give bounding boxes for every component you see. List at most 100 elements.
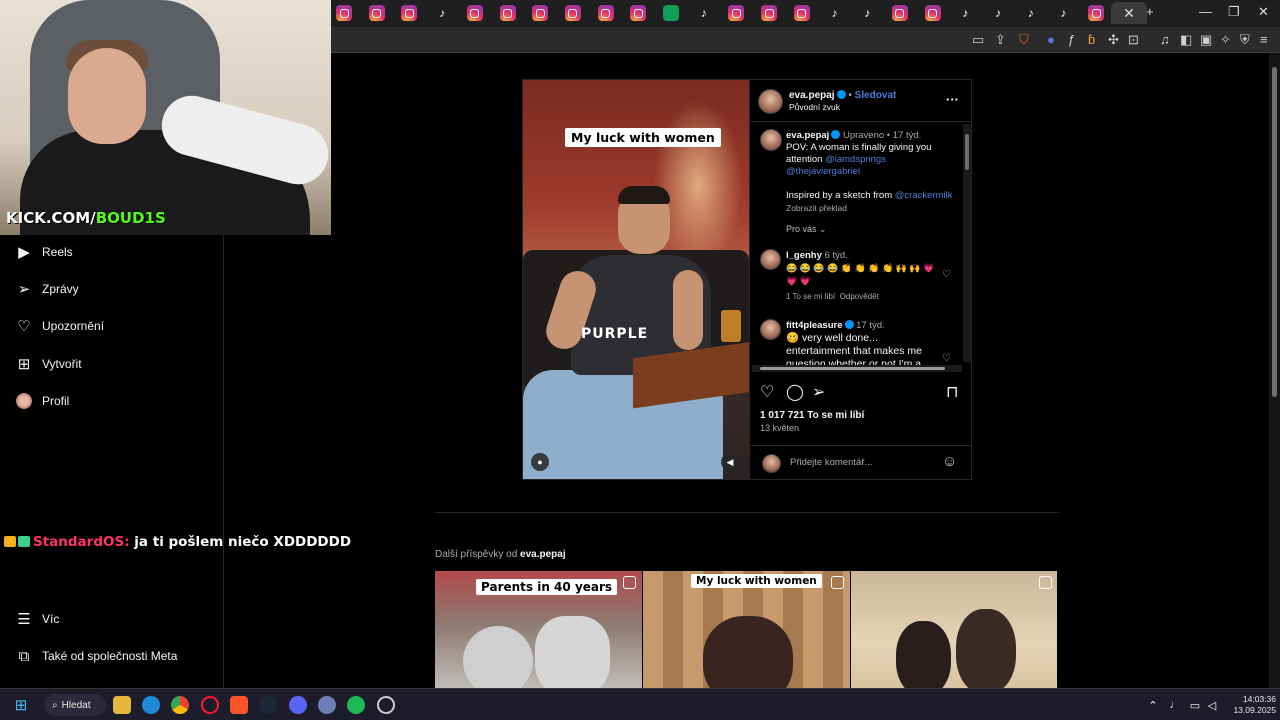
instagram-tab-icon[interactable] <box>924 5 941 21</box>
tiktok-tab-icon[interactable]: ♪ <box>434 5 450 21</box>
active-tab-close-button[interactable]: ✕ <box>1111 2 1147 24</box>
instagram-tab-icon[interactable] <box>630 5 647 21</box>
instagram-tab-icon[interactable] <box>891 5 908 21</box>
tiktok-tab-icon[interactable]: ♪ <box>957 5 973 21</box>
instagram-tab-icon[interactable] <box>761 5 778 21</box>
nav-item-more[interactable]: ☰ Víc <box>15 607 59 631</box>
screenshot-icon[interactable]: ⊡ <box>1128 32 1139 48</box>
instagram-tab-icon[interactable] <box>1088 5 1105 21</box>
extensions-puzzle-icon[interactable]: ✣ <box>1108 32 1119 48</box>
extension-f-icon[interactable]: ƒ <box>1068 32 1075 47</box>
comment-username[interactable]: l_genhy <box>786 250 822 261</box>
discord-icon[interactable] <box>289 696 307 714</box>
volume-icon[interactable]: ◀ <box>721 453 739 471</box>
spotify-icon[interactable] <box>347 696 365 714</box>
chrome-icon[interactable] <box>171 696 189 714</box>
instagram-tab-icon[interactable] <box>793 5 810 21</box>
network-icon[interactable]: ▭ <box>1188 696 1202 714</box>
nav-item-reels[interactable]: ▶ Reels <box>15 240 72 264</box>
comment-username[interactable]: fitt4pleasure <box>786 320 843 331</box>
brave-shield-icon[interactable]: ⛉ <box>1019 32 1029 48</box>
for-you-filter[interactable]: Pro vás ⌄ <box>786 224 827 235</box>
comment-like-heart-icon[interactable]: ♡ <box>942 269 951 280</box>
instagram-tab-icon[interactable] <box>401 5 418 21</box>
like-heart-icon[interactable]: ♡ <box>760 382 774 402</box>
more-post-thumbnail[interactable] <box>851 571 1057 688</box>
mention-link[interactable]: @thejaviergabriel <box>786 166 860 177</box>
app-icon[interactable] <box>318 696 336 714</box>
green-app-tab-icon[interactable] <box>663 5 679 21</box>
commenter-avatar[interactable] <box>760 249 781 270</box>
tiktok-tab-icon[interactable]: ♪ <box>696 5 712 21</box>
brave-icon[interactable] <box>230 696 248 714</box>
bookmark-icon[interactable]: ⊓ <box>946 382 958 402</box>
instagram-tab-icon[interactable] <box>728 5 745 21</box>
share-send-icon[interactable]: ➢ <box>812 382 825 402</box>
tiktok-tab-icon[interactable]: ♪ <box>1023 5 1039 21</box>
close-window-button[interactable]: ✕ <box>1258 4 1269 20</box>
scrollbar-thumb[interactable] <box>760 367 945 370</box>
mention-link[interactable]: @iamdsprings <box>825 154 886 165</box>
instagram-tab-icon[interactable] <box>336 5 352 21</box>
nav-item-meta[interactable]: ⧉ Také od společnosti Meta <box>15 644 178 668</box>
scrollbar-thumb[interactable] <box>965 134 969 170</box>
page-scrollbar[interactable] <box>1269 53 1280 688</box>
commenter-avatar[interactable] <box>760 319 781 340</box>
instagram-tab-icon[interactable] <box>499 5 516 21</box>
author-username[interactable]: eva.pepaj <box>789 90 835 101</box>
nav-item-create[interactable]: ⊞ Vytvořit <box>15 352 82 376</box>
instagram-tab-icon[interactable] <box>466 5 483 21</box>
cast-icon[interactable]: ▭ <box>972 32 984 48</box>
obs-icon[interactable] <box>377 696 395 714</box>
comment-input[interactable]: Přidejte komentář... <box>790 457 872 468</box>
nav-item-profile[interactable]: Profil <box>15 389 69 413</box>
more-options-icon[interactable]: ··· <box>946 92 959 107</box>
volume-tray-icon[interactable]: ◁ <box>1205 696 1219 714</box>
emoji-icon[interactable]: ☺ <box>942 453 957 470</box>
instagram-tab-icon[interactable] <box>564 5 581 21</box>
media-music-icon[interactable]: ♫ <box>1160 32 1170 47</box>
tagged-user-icon[interactable]: ● <box>531 453 549 471</box>
more-posts-author[interactable]: eva.pepaj <box>520 549 566 560</box>
microphone-icon[interactable]: ♩ <box>1168 696 1182 714</box>
follow-button[interactable]: Sledovat <box>855 90 897 101</box>
translate-link[interactable]: Zobrazit překlad <box>786 203 847 213</box>
comments-horizontal-scrollbar[interactable] <box>752 365 962 372</box>
caption-author-avatar[interactable] <box>760 129 782 151</box>
opera-icon[interactable] <box>201 696 219 714</box>
taskbar-search[interactable]: ⌕ Hledat <box>44 694 106 716</box>
mention-link[interactable]: @crackermilk <box>895 190 953 201</box>
new-tab-button[interactable]: + <box>1146 4 1154 19</box>
tray-chevron-icon[interactable]: ⌃ <box>1146 696 1160 714</box>
instagram-tab-icon[interactable] <box>532 5 549 21</box>
nav-item-messages[interactable]: ➢ Zprávy <box>15 277 79 301</box>
caption-author[interactable]: eva.pepaj <box>786 130 829 141</box>
more-post-thumbnail[interactable]: Parents in 40 years <box>435 571 642 688</box>
instagram-tab-icon[interactable] <box>368 5 385 21</box>
vpn-icon[interactable]: ⛨ <box>1240 32 1250 48</box>
edge-icon[interactable] <box>142 696 160 714</box>
nav-item-notifications[interactable]: ♡ Upozornění <box>15 314 104 338</box>
comment-like-heart-icon[interactable]: ♡ <box>942 353 951 364</box>
comment-icon[interactable]: ◯ <box>786 382 804 402</box>
comments-vertical-scrollbar[interactable] <box>963 124 971 362</box>
file-explorer-icon[interactable] <box>113 696 131 714</box>
scrollbar-thumb[interactable] <box>1272 67 1277 397</box>
reel-video[interactable]: PURPLE My luck with women ● ◀ <box>523 80 749 479</box>
wallet-icon[interactable]: ▣ <box>1200 32 1212 48</box>
reply-button[interactable]: Odpovědět <box>840 292 879 301</box>
author-avatar[interactable] <box>758 89 783 114</box>
steam-icon[interactable] <box>259 696 277 714</box>
restore-button[interactable]: ❐ <box>1228 4 1240 20</box>
extension-circle-icon[interactable]: ● <box>1047 32 1055 47</box>
instagram-tab-icon[interactable] <box>597 5 614 21</box>
tiktok-tab-icon[interactable]: ♪ <box>859 5 875 21</box>
leo-ai-icon[interactable]: ✧ <box>1220 32 1231 48</box>
extension-b-icon[interactable]: ɓ <box>1088 32 1095 47</box>
windows-start-icon[interactable]: ⊞ <box>12 696 30 714</box>
likes-count[interactable]: 1 017 721 To se mi líbí <box>760 410 864 421</box>
original-audio-link[interactable]: Původní zvuk <box>789 102 840 112</box>
sidebar-icon[interactable]: ◧ <box>1180 32 1192 48</box>
menu-icon[interactable]: ≡ <box>1260 32 1268 47</box>
tiktok-tab-icon[interactable]: ♪ <box>827 5 843 21</box>
